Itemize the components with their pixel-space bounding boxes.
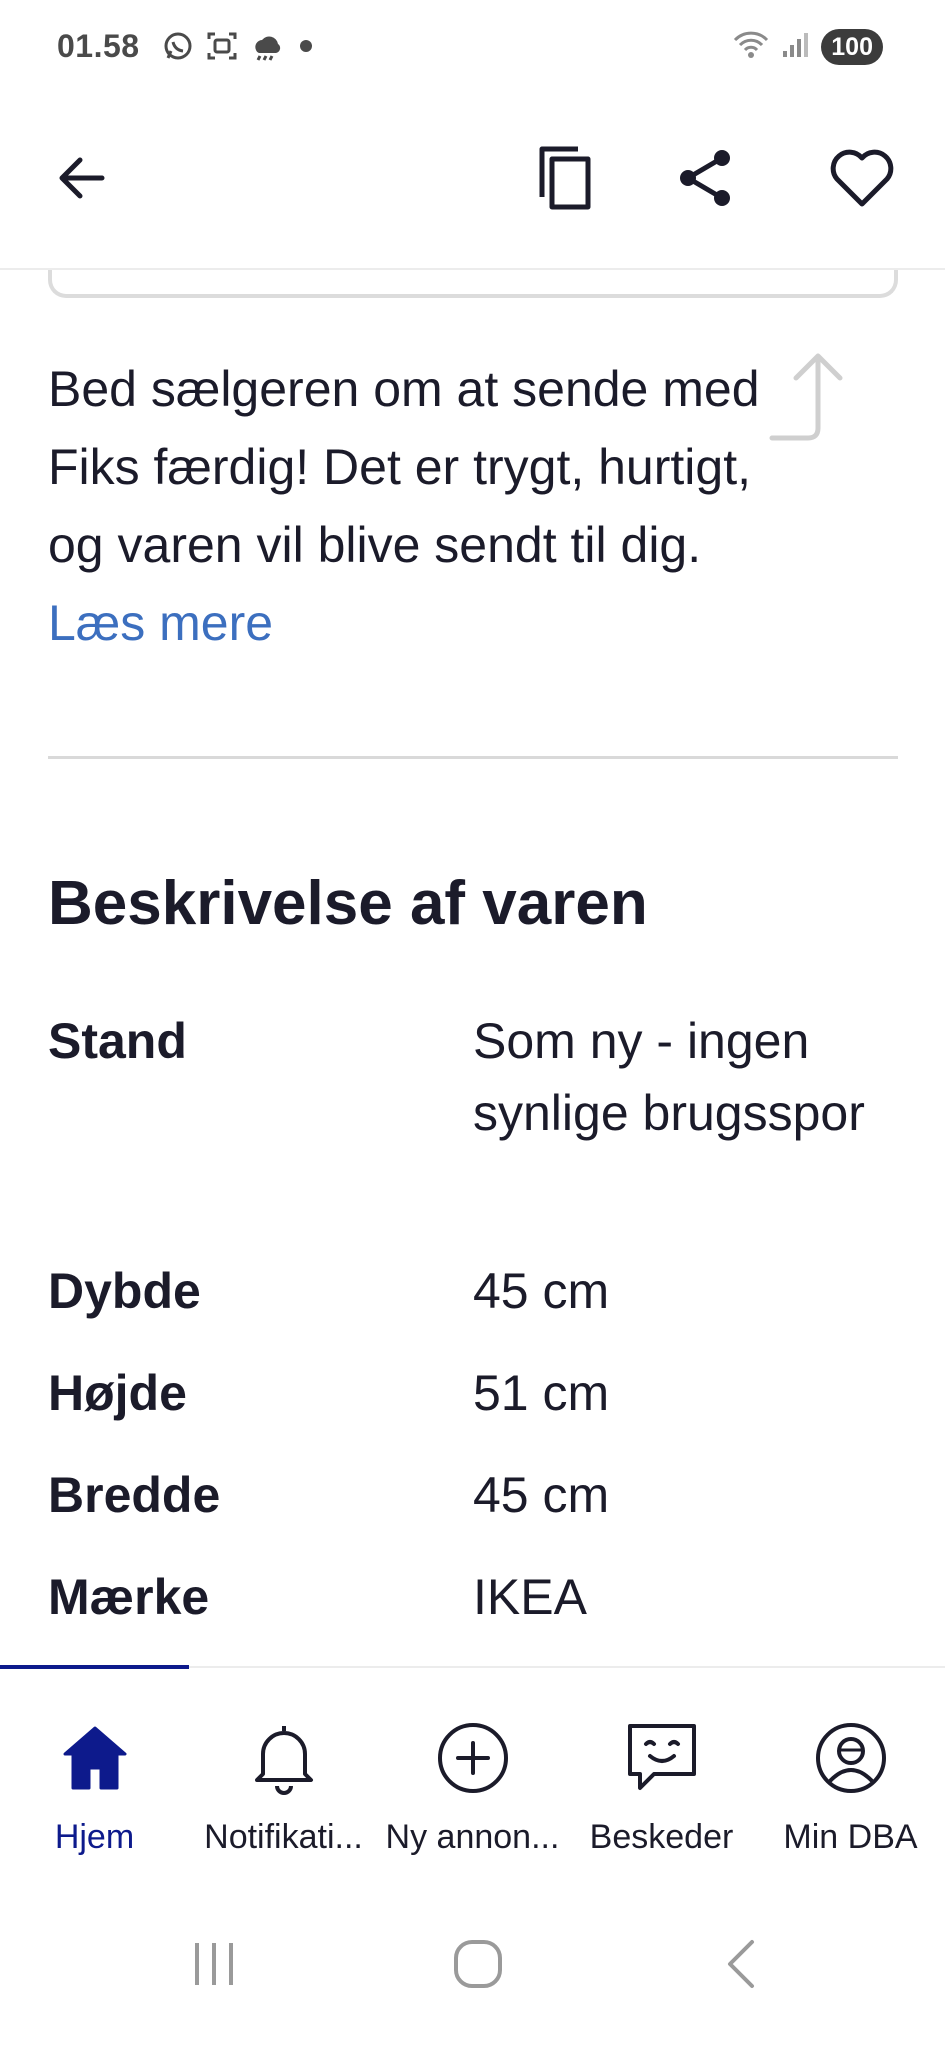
recent-apps-icon (189, 1939, 239, 1994)
spec-label: Bredde (48, 1467, 221, 1523)
back-arrow-icon (54, 150, 110, 211)
nav-label: Beskeder (589, 1818, 734, 1856)
wifi-icon (731, 28, 771, 65)
bell-icon (189, 1718, 378, 1798)
status-bar: 01.58 100 (0, 0, 945, 98)
spec-value: 45 cm (473, 1467, 610, 1523)
spec-row-bredde: Bredde 45 cm (48, 1459, 898, 1531)
home-system-button[interactable] (438, 1926, 518, 2006)
nav-item-notifications[interactable]: Notifikati... (189, 1668, 378, 1868)
chat-icon (567, 1718, 756, 1798)
spec-label: Stand (48, 1013, 187, 1069)
favorite-button[interactable] (820, 138, 904, 222)
share-icon (676, 148, 736, 213)
spec-value: Som ny - ingen synlige brugsspor (473, 1013, 865, 1141)
home-icon (0, 1718, 189, 1798)
nav-item-new-listing[interactable]: Ny annon... (378, 1668, 567, 1868)
copy-icon (536, 143, 596, 218)
weather-icon (250, 30, 284, 67)
signal-icon (781, 29, 811, 64)
home-circle-icon (452, 1938, 504, 1995)
plus-circle-icon (378, 1718, 567, 1798)
screenshot-icon (206, 30, 238, 67)
arrow-up-icon (768, 348, 858, 453)
spec-label: Mærke (48, 1569, 210, 1625)
spec-value: 45 cm (473, 1263, 610, 1319)
share-button[interactable] (664, 138, 748, 222)
status-icons-right: 100 (731, 28, 883, 65)
battery-indicator: 100 (821, 28, 883, 65)
fiks-text-body: Bed sælgeren om at sende med Fiks færdig… (48, 361, 760, 573)
read-more-link[interactable]: Læs mere (48, 595, 273, 651)
system-navigation-bar (0, 1881, 945, 2048)
nav-label: Min DBA (783, 1818, 918, 1856)
nav-label: Hjem (54, 1818, 135, 1856)
spec-label: Højde (48, 1365, 187, 1421)
heart-icon (829, 148, 895, 213)
status-time: 01.58 (57, 28, 140, 64)
nav-item-profile[interactable]: Min DBA (756, 1668, 945, 1868)
spec-label: Dybde (48, 1263, 201, 1319)
description-title: Beskrivelse af varen (48, 869, 648, 938)
app-screen: 01.58 100 Bed sælgeren om at sende med F… (0, 0, 945, 2048)
spec-row-hojde: Højde 51 cm (48, 1357, 898, 1429)
status-icons-left (162, 30, 316, 67)
spec-row-maerke: Mærke IKEA (48, 1561, 898, 1633)
back-system-button[interactable] (702, 1926, 782, 2006)
nav-label: Ny annon... (385, 1818, 560, 1856)
nav-item-home[interactable]: Hjem (0, 1668, 189, 1868)
spec-row-stand: Stand Som ny - ingen synlige brugsspor (48, 1005, 898, 1221)
nav-item-messages[interactable]: Beskeder (567, 1668, 756, 1868)
spec-value: IKEA (473, 1569, 587, 1625)
recent-apps-button[interactable] (174, 1926, 254, 2006)
listing-content: Bed sælgeren om at sende med Fiks færdig… (0, 240, 945, 1670)
copy-button[interactable] (524, 138, 608, 222)
back-chevron-icon (720, 1938, 764, 1995)
back-button[interactable] (40, 138, 124, 222)
fiks-info-text: Bed sælgeren om at sende med Fiks færdig… (48, 350, 768, 662)
nav-label: Notifikati... (204, 1818, 363, 1856)
dot-icon (296, 36, 316, 61)
spec-value: 51 cm (473, 1365, 610, 1421)
spec-row-dybde: Dybde 45 cm (48, 1255, 898, 1327)
profile-icon (756, 1718, 945, 1798)
whatsapp-icon (162, 30, 194, 67)
bottom-navigation: Hjem Notifikati... Ny annon... Beskeder (0, 1665, 945, 1881)
section-divider (48, 756, 898, 759)
top-app-bar (0, 98, 945, 270)
